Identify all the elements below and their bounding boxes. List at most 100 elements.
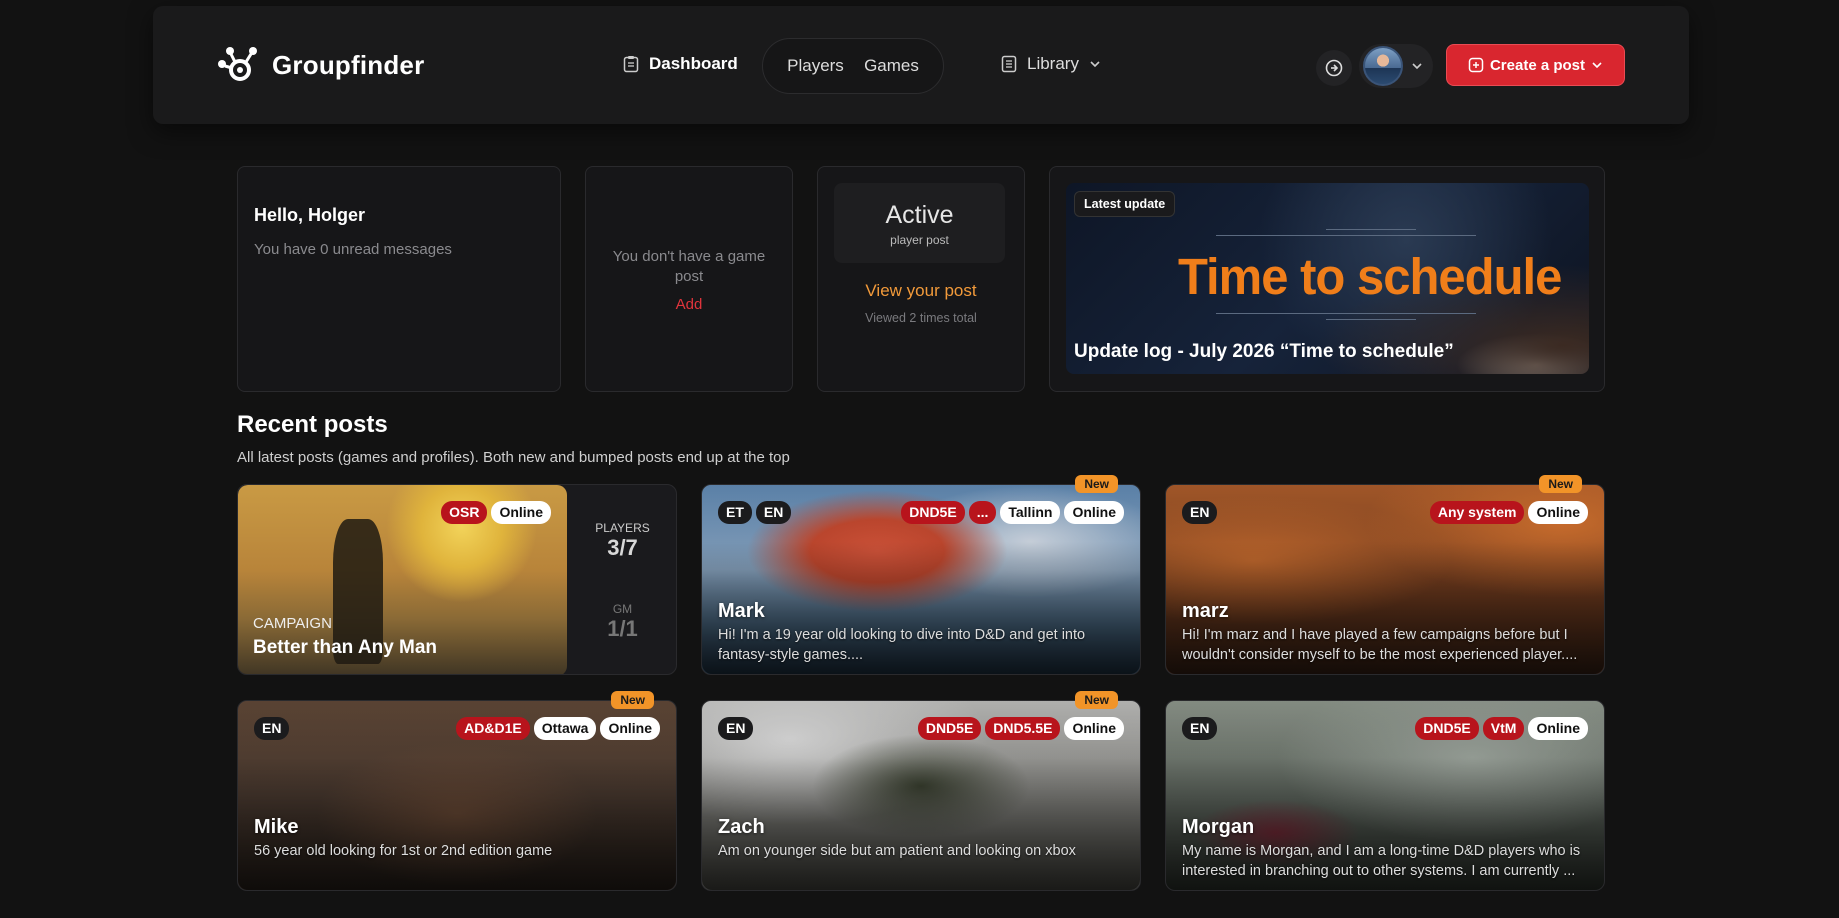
post-description: Am on younger side but am patient and lo… [718,843,1076,859]
create-post-label: Create a post [1489,56,1586,74]
post-card-morgan[interactable]: EN DND5E VtM Online Morgan My name is Mo… [1165,700,1605,891]
plus-square-icon [1468,57,1484,73]
chevron-down-icon [1592,62,1602,69]
post-tags: DND5E ... Tallinn Online [901,501,1124,524]
nav-pill-group: Players Games [762,38,944,94]
system-tag: DND5E [1415,717,1479,740]
location-tag: Tallinn [1000,501,1061,524]
language-tags: EN [1182,717,1218,740]
user-menu[interactable] [1359,44,1433,88]
recent-posts-title: Recent posts [237,411,388,438]
language-tags: EN [718,717,754,740]
post-description: My name is Morgan, and I am a long-time … [1182,843,1581,879]
player-post-card: Active player post View your post Viewed… [817,166,1025,392]
new-badge: New [611,691,654,709]
new-badge: New [1075,475,1118,493]
view-count: Viewed 2 times total [865,311,977,325]
language-tags: ET EN [718,501,792,524]
post-description: 56 year old looking for 1st or 2nd editi… [254,843,553,859]
campaign-card[interactable]: OSR Online CAMPAIGN Better than Any Man … [237,484,677,675]
gm-count: 1/1 [607,616,638,641]
status-text: Active [885,201,954,229]
update-headline: Time to schedule [1178,248,1562,306]
post-card-mark[interactable]: New ET EN DND5E ... Tallinn Online Mark … [701,475,1141,675]
location-tag: Ottawa [533,717,597,740]
nav-dashboard[interactable]: Dashboard [623,54,738,74]
system-tag: DND5E [917,717,982,740]
update-caption: Update log - July 2026 “Time to schedule… [1074,341,1454,362]
post-tags: Any system Online [1429,501,1588,524]
no-game-post-text: You don't have a game post [612,248,766,285]
clipboard-icon [623,56,639,73]
language-tags: EN [1182,501,1218,524]
post-author: Zach [718,816,765,838]
post-tags: DND5E VtM Online [1415,717,1588,740]
new-badge: New [1539,475,1582,493]
post-author: Mike [254,816,299,838]
lang-tag: EN [718,717,754,740]
campaign-image: OSR Online CAMPAIGN Better than Any Man [238,485,567,674]
lang-tag: EN [755,501,792,524]
add-game-post-link[interactable]: Add [586,296,792,313]
deco-line [1326,319,1416,320]
post-card-marz[interactable]: New EN Any system Online marz Hi! I'm ma… [1165,475,1605,675]
deco-line [1216,235,1476,236]
post-author: Mark [718,600,765,622]
system-tag: OSR [441,501,488,524]
players-label: PLAYERS [595,521,650,535]
campaign-label: CAMPAIGN [253,615,332,632]
deco-line [1326,229,1416,230]
language-tags: EN [254,717,290,740]
avatar [1363,46,1403,86]
lang-tag: EN [254,717,290,740]
online-tag: Online [1064,501,1124,524]
online-tag: Online [1528,501,1588,524]
player-post-status: Active player post [834,183,1005,263]
post-card-mike[interactable]: New EN AD&D1E Ottawa Online Mike 56 year… [237,691,677,891]
messages-button[interactable] [1316,50,1352,86]
lang-tag: EN [1182,501,1218,524]
more-tag: ... [968,501,997,524]
nav-library-dropdown[interactable]: Library [1001,54,1101,74]
brand-name: Groupfinder [272,49,425,80]
system-tag: DND5E [901,501,965,524]
create-post-button[interactable]: Create a post [1446,44,1625,86]
online-tag: Online [1528,717,1588,740]
post-tags: DND5E DND5.5E Online [917,717,1124,740]
recent-posts-subtitle: All latest posts (games and profiles). B… [237,449,790,466]
post-card-zach[interactable]: New EN DND5E DND5.5E Online Zach Am on y… [701,691,1141,891]
system-tag: Any system [1429,501,1525,524]
update-banner[interactable]: Latest update Time to schedule Update lo… [1066,183,1589,374]
campaign-tags: OSR Online [441,501,551,524]
post-tags: AD&D1E Ottawa Online [456,717,660,740]
deco-line [1216,313,1476,314]
hello-title: Hello, Holger [254,205,366,225]
groupfinder-logo-icon [218,47,257,81]
post-author: marz [1182,600,1229,622]
nav-library-label: Library [1027,54,1079,73]
lang-tag: EN [1182,717,1218,740]
chevron-down-icon [1412,63,1422,70]
brand-logo[interactable]: Groupfinder [216,46,424,84]
system-tag: AD&D1E [456,717,530,740]
post-description: Hi! I'm a 19 year old looking to dive in… [718,627,1086,663]
chevron-down-icon [1090,61,1100,68]
gm-label: GM [612,602,633,616]
nav-players[interactable]: Players [787,56,844,76]
nav-dashboard-label: Dashboard [649,54,738,73]
post-author: Morgan [1182,816,1255,838]
status-sub: player post [890,233,949,247]
players-count: 3/7 [607,535,638,560]
view-your-post-link[interactable]: View your post [818,281,1024,301]
post-description: Hi! I'm marz and I have played a few cam… [1182,627,1578,663]
location-tag: Online [491,501,551,524]
top-navbar: Groupfinder Dashboard Players Games Libr… [153,6,1689,124]
nav-games[interactable]: Games [864,56,919,76]
latest-update-card: Latest update Time to schedule Update lo… [1049,166,1605,392]
game-post-card: You don't have a game post Add [585,166,793,392]
campaign-title: Better than Any Man [253,637,438,658]
online-tag: Online [1064,717,1124,740]
system-tag: DND5.5E [985,717,1061,740]
latest-update-badge: Latest update [1074,191,1176,217]
online-tag: Online [600,717,660,740]
